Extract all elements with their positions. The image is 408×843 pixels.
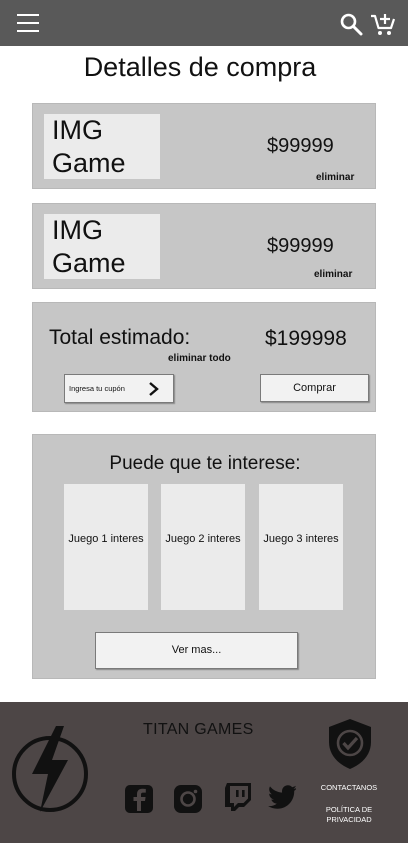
privacy-policy-link[interactable]: POLÍTICA DE PRIVACIDAD <box>316 805 382 825</box>
total-value: $199998 <box>265 327 347 350</box>
search-icon[interactable] <box>339 12 363 36</box>
footer: TITAN GAMES CONTACTANOS POLÍTICA DE PRIV… <box>0 702 408 843</box>
page-title: Detalles de compra <box>83 52 317 82</box>
contact-link[interactable]: CONTACTANOS <box>316 783 382 793</box>
product-image-placeholder: IMG Game <box>44 114 160 179</box>
see-more-button[interactable]: Ver mas... <box>95 632 298 669</box>
coupon-input[interactable]: Ingresa tu cupón <box>64 374 174 403</box>
instagram-icon[interactable] <box>173 784 203 814</box>
item-price: $99999 <box>267 135 334 157</box>
top-bar <box>0 0 408 46</box>
remove-all-link[interactable]: eliminar todo <box>168 353 231 364</box>
add-cart-icon[interactable] <box>370 12 396 38</box>
hamburger-menu-icon[interactable] <box>17 14 39 32</box>
brand-name: TITAN GAMES <box>143 721 254 738</box>
cart-item: IMG Game $99999 eliminar <box>32 103 376 189</box>
remove-item-link[interactable]: eliminar <box>314 269 352 280</box>
remove-item-link[interactable]: eliminar <box>316 172 354 183</box>
recommended-game-card[interactable]: Juego 1 interes <box>64 484 148 610</box>
chevron-right-icon[interactable] <box>148 382 160 396</box>
twitter-icon[interactable] <box>268 785 296 809</box>
coupon-placeholder: Ingresa tu cupón <box>69 384 125 393</box>
item-price: $99999 <box>267 235 334 257</box>
recommendations-title: Puede que te interese: <box>109 453 301 474</box>
buy-button[interactable]: Comprar <box>260 374 369 402</box>
order-summary: Total estimado: $199998 eliminar todo In… <box>32 302 376 412</box>
total-label: Total estimado: <box>49 326 191 349</box>
cart-item: IMG Game $99999 eliminar <box>32 203 376 289</box>
recommended-game-card[interactable]: Juego 3 interes <box>259 484 343 610</box>
recommendations-section: Puede que te interese: Juego 1 interes J… <box>32 434 376 679</box>
product-image-placeholder: IMG Game <box>44 214 160 279</box>
facebook-icon[interactable] <box>124 784 154 814</box>
twitch-icon[interactable] <box>223 782 253 812</box>
shield-check-icon <box>329 719 371 769</box>
lightning-logo-icon <box>12 726 88 812</box>
recommended-game-card[interactable]: Juego 2 interes <box>161 484 245 610</box>
